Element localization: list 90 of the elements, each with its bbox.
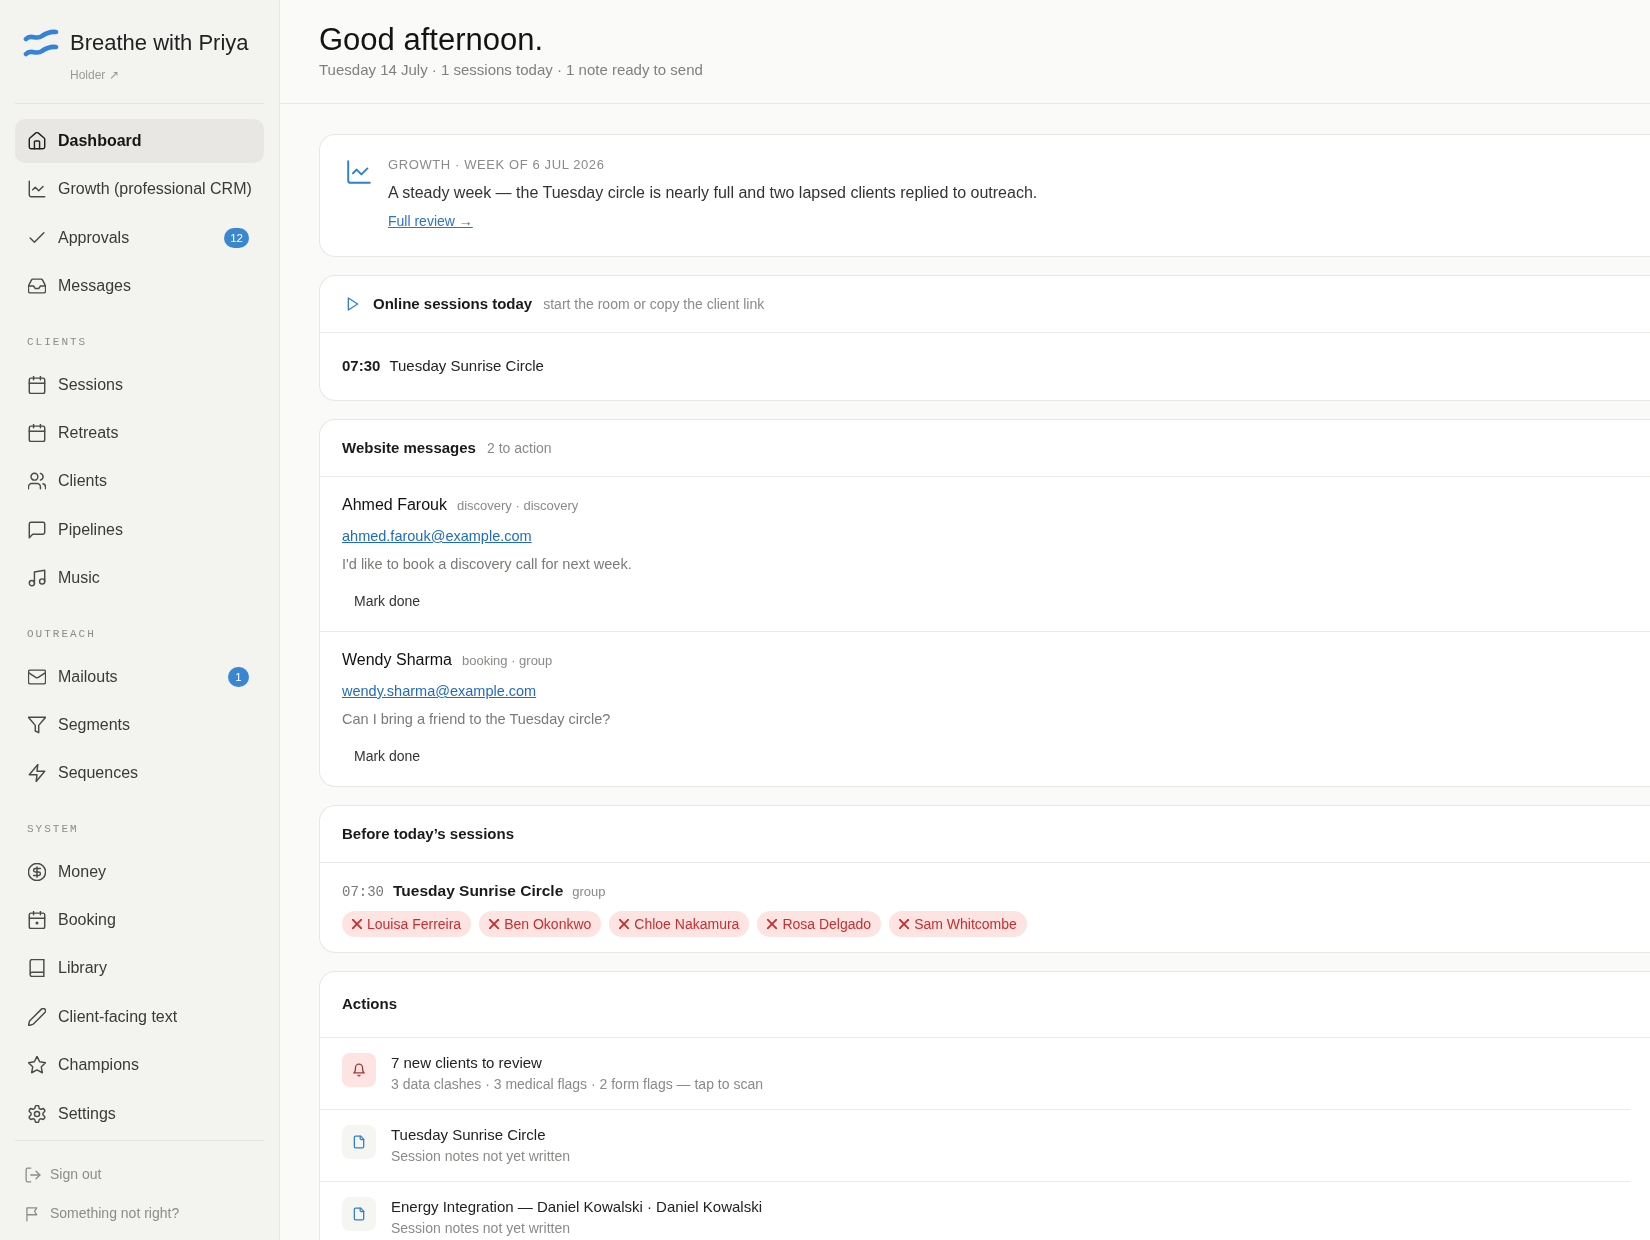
star-icon	[28, 1056, 46, 1075]
client-name: Rosa Delgado	[782, 914, 872, 934]
card-title: Website messages	[342, 437, 476, 458]
section-kicker: GROWTH · WEEK OF 6 JUL 2026	[388, 156, 606, 174]
settings-icon	[28, 1104, 46, 1123]
sidebar-item[interactable]: Retreats	[15, 410, 264, 455]
x-icon	[352, 919, 362, 929]
wave-logo-icon	[23, 27, 59, 59]
sidebar-item[interactable]: Clients	[15, 459, 264, 504]
file-icon	[342, 1197, 376, 1231]
message-tags: discovery · discovery	[456, 495, 579, 517]
sidebar-item[interactable]: Client-facing text	[15, 994, 264, 1039]
calendar-icon	[28, 423, 46, 442]
mark-done-button[interactable]: Mark done	[342, 585, 433, 617]
message-tags: booking · group	[462, 650, 553, 672]
calendar-icon	[28, 911, 46, 930]
line-chart-icon	[347, 160, 371, 184]
dollar-coin-icon	[28, 862, 46, 881]
speech-bubble-icon	[28, 520, 46, 539]
client-name: Sam Whitcombe	[914, 914, 1017, 934]
music-note-icon	[28, 569, 46, 588]
x-icon	[767, 919, 778, 929]
count-badge: 12	[224, 227, 249, 248]
bell-icon	[342, 1053, 376, 1087]
action-title: Tuesday Sunrise Circle	[391, 1125, 547, 1145]
funnel-icon	[28, 715, 46, 734]
sidebar-item[interactable]: Mailouts 1	[15, 654, 264, 699]
home-icon	[28, 132, 46, 150]
action-detail: Session notes not yet written	[391, 1219, 571, 1238]
file-icon	[342, 1125, 376, 1159]
sidebar-item[interactable]: Music	[15, 556, 264, 601]
sender-name: Wendy Sharma	[342, 650, 452, 670]
message-text: I'd like to book a discovery call for next week.	[342, 555, 633, 574]
line-chart-icon	[28, 180, 46, 199]
client-name: Ben Okonkwo	[504, 914, 592, 934]
x-icon	[899, 919, 910, 929]
sidebar-item[interactable]: Sequences	[15, 751, 264, 796]
inbox-icon	[28, 277, 46, 296]
mark-done-button[interactable]: Mark done	[342, 740, 433, 772]
sign-out-icon	[25, 1166, 41, 1183]
sidebar-item[interactable]: Approvals 12	[15, 215, 264, 260]
session-type: group	[572, 883, 606, 901]
header-subtitle: Tuesday 14 July · 1 sessions today · 1 note ready to send	[319, 60, 704, 80]
greeting-title: Good afternoon.	[319, 22, 545, 58]
client-name: Chloe Nakamura	[634, 914, 740, 934]
section-heading: SYSTEM	[27, 821, 80, 837]
action-count: 2 to action	[486, 438, 552, 458]
full-review-link[interactable]: Full review →	[388, 211, 473, 231]
play-icon	[346, 297, 360, 311]
sidebar-item[interactable]: Messages	[15, 264, 264, 309]
brand-name: Breathe with Priya	[70, 29, 249, 57]
sidebar-item[interactable]: Sessions	[15, 362, 264, 407]
card-title: Online sessions today	[373, 293, 533, 314]
action-title: Energy Integration — Daniel Kowalski · Daniel Kowalski	[391, 1197, 762, 1217]
card-hint: start the room or copy the client link	[543, 294, 765, 314]
action-title: 7 new clients to review	[391, 1053, 543, 1073]
x-icon	[619, 919, 630, 929]
sender-name: Ahmed Farouk	[342, 495, 447, 515]
email-link[interactable]: wendy.sharma@example.com	[342, 680, 537, 702]
session-time: 07:30	[342, 883, 384, 902]
book-icon	[28, 959, 46, 978]
section-heading: OUTREACH	[27, 626, 97, 642]
count-badge: 1	[228, 666, 249, 687]
sidebar-item[interactable]: Money	[15, 849, 264, 894]
people-icon	[28, 472, 46, 491]
email-link[interactable]: ahmed.farouk@example.com	[342, 525, 532, 547]
client-name: Louisa Ferreira	[367, 914, 462, 934]
sidebar-item[interactable]: Pipelines	[15, 507, 264, 552]
message-text: Can I bring a friend to the Tuesday circle?	[342, 710, 612, 729]
action-detail: 3 data clashes · 3 medical flags · 2 form flags — tap to scan	[391, 1075, 763, 1094]
sidebar-item[interactable]: Growth (professional CRM)	[15, 167, 264, 212]
x-icon	[489, 919, 500, 929]
summary-text: A steady week — the Tuesday circle is nearly full and two lapsed clients replied to outreach.	[388, 183, 1038, 203]
session-name: Tuesday Sunrise Circle	[393, 881, 564, 901]
session-name: Tuesday Sunrise Circle	[389, 356, 544, 377]
sidebar-item[interactable]: Champions	[15, 1043, 264, 1088]
sidebar-item[interactable]: Booking	[15, 898, 264, 943]
action-detail: Session notes not yet written	[391, 1147, 570, 1166]
lightning-icon	[28, 764, 46, 783]
sidebar-item[interactable]: Settings	[15, 1091, 264, 1136]
pencil-icon	[28, 1007, 46, 1026]
card-title: Before today’s sessions	[342, 823, 514, 844]
session-time: 07:30	[342, 356, 381, 377]
sidebar-item[interactable]: Segments	[15, 702, 264, 747]
section-heading: CLIENTS	[27, 334, 89, 350]
envelope-icon	[28, 667, 46, 686]
sidebar-item[interactable]: Library	[15, 946, 264, 991]
card-title: Actions	[342, 994, 397, 1015]
calendar-icon	[28, 375, 46, 394]
sidebar-item[interactable]: Dashboard	[15, 119, 264, 163]
